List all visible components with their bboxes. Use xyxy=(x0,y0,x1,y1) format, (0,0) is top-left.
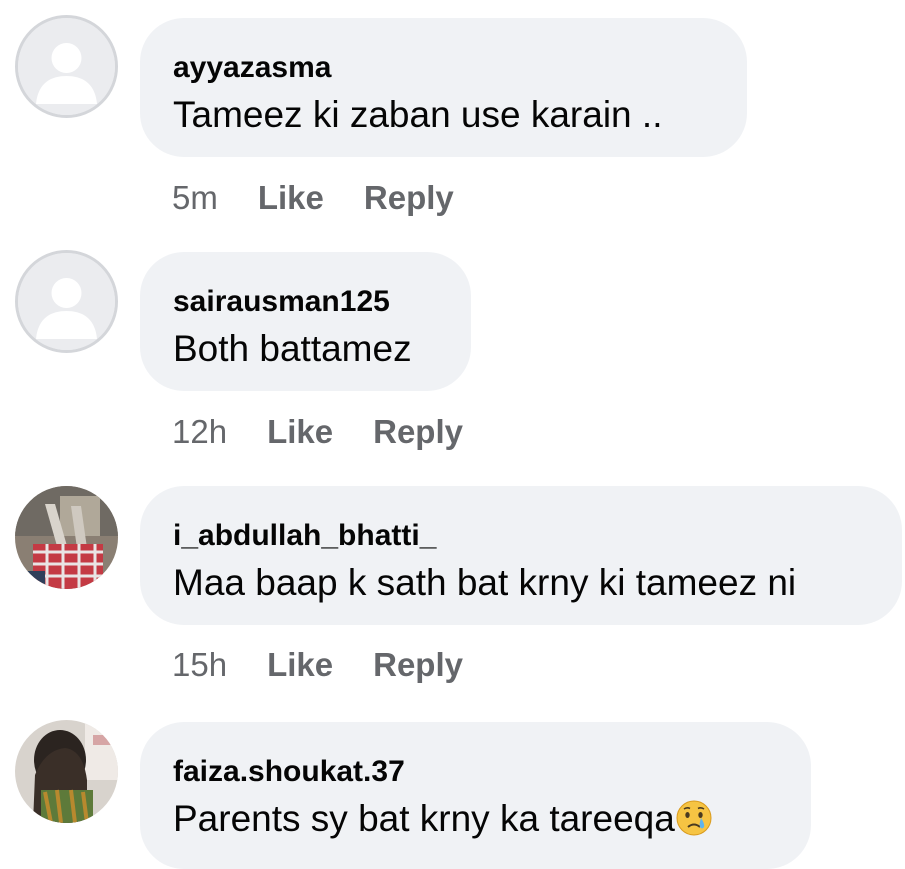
comment-bubble: ayyazasma Tameez ki zaban use karain .. xyxy=(140,18,747,157)
reply-button[interactable]: Reply xyxy=(373,410,463,454)
person-silhouette-icon xyxy=(18,18,115,115)
crying-face-emoji-icon xyxy=(676,800,712,836)
like-button[interactable]: Like xyxy=(258,176,324,220)
comment-bubble: sairausman125 Both battamez xyxy=(140,252,471,391)
person-silhouette-icon xyxy=(18,253,115,350)
avatar-photo-image xyxy=(15,720,118,823)
comment-username[interactable]: faiza.shoukat.37 xyxy=(173,754,781,790)
comment-actions: 12h Like Reply xyxy=(172,410,463,454)
comment-username[interactable]: ayyazasma xyxy=(173,50,717,86)
profile-photo[interactable] xyxy=(15,720,118,823)
comment-text: Tameez ki zaban use karain .. xyxy=(173,94,663,135)
comment-text: Maa baap k sath bat krny ki tameez ni xyxy=(173,562,797,603)
comment-username[interactable]: i_abdullah_bhatti_ xyxy=(173,518,872,554)
like-button[interactable]: Like xyxy=(267,410,333,454)
default-avatar-icon[interactable] xyxy=(15,250,118,353)
comment-timestamp[interactable]: 5m xyxy=(172,176,218,220)
comment-actions: 5m Like Reply xyxy=(172,176,454,220)
like-button[interactable]: Like xyxy=(267,643,333,687)
comment-text: Parents sy bat krny ka tareeqa xyxy=(173,795,781,843)
comment-timestamp[interactable]: 12h xyxy=(172,410,227,454)
default-avatar-icon[interactable] xyxy=(15,15,118,118)
comment-text: Both battamez xyxy=(173,328,412,369)
comment-bubble: i_abdullah_bhatti_ Maa baap k sath bat k… xyxy=(140,486,902,625)
reply-button[interactable]: Reply xyxy=(364,176,454,220)
reply-button[interactable]: Reply xyxy=(373,643,463,687)
profile-photo[interactable] xyxy=(15,486,118,589)
comment-timestamp[interactable]: 15h xyxy=(172,643,227,687)
comment-text-content: Parents sy bat krny ka tareeqa xyxy=(173,798,675,839)
comment-bubble: faiza.shoukat.37 Parents sy bat krny ka … xyxy=(140,722,811,869)
avatar-photo-image xyxy=(15,486,118,589)
comment-username[interactable]: sairausman125 xyxy=(173,284,441,320)
comment-actions: 15h Like Reply xyxy=(172,643,463,687)
